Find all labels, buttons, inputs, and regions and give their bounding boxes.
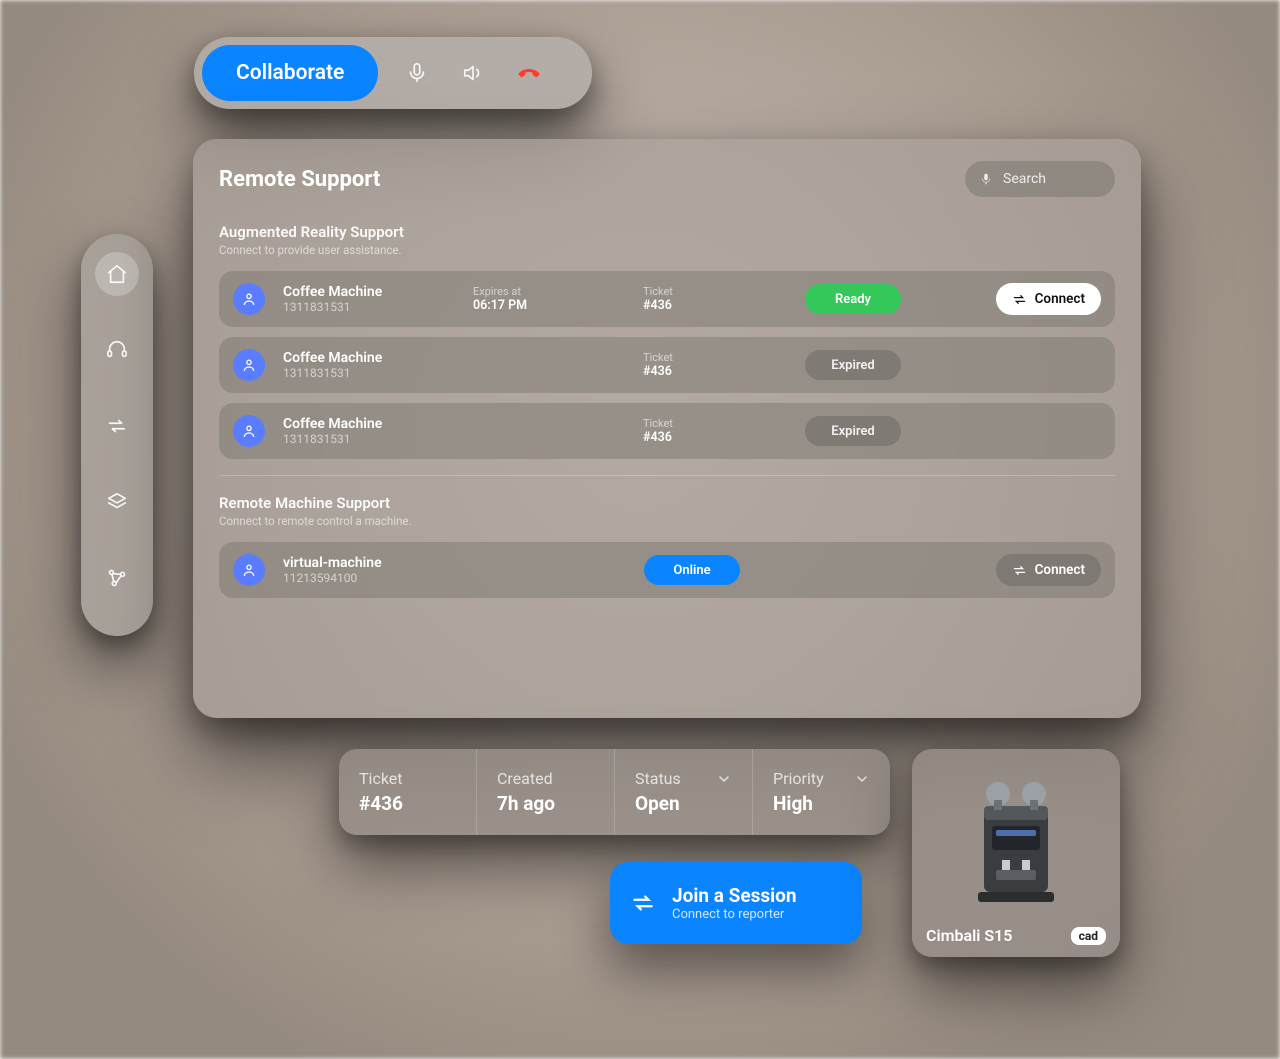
device-card[interactable]: Cimbali S15 cad bbox=[912, 749, 1120, 957]
speaker-icon[interactable] bbox=[456, 56, 490, 90]
hangup-icon[interactable] bbox=[512, 56, 546, 90]
status-badge: Ready bbox=[805, 284, 901, 314]
cell-value: #436 bbox=[359, 792, 456, 815]
device-name: Cimbali S15 bbox=[926, 926, 1012, 945]
ticket-cell-priority[interactable]: Priority High bbox=[753, 749, 890, 835]
user-icon bbox=[233, 349, 265, 381]
sidebar-item-home[interactable] bbox=[95, 252, 139, 296]
ticket-cell-created: Created 7h ago bbox=[477, 749, 615, 835]
session-row[interactable]: Coffee Machine 1311831531 Expires at 06:… bbox=[219, 271, 1115, 327]
join-title: Join a Session bbox=[672, 884, 797, 907]
session-row[interactable]: Coffee Machine 1311831531 Ticket #436 Ex… bbox=[219, 337, 1115, 393]
divider bbox=[219, 475, 1115, 476]
call-bar: Collaborate bbox=[194, 37, 592, 109]
row-id: 1311831531 bbox=[283, 432, 473, 446]
sidebar bbox=[81, 234, 153, 636]
microphone-icon bbox=[979, 172, 993, 186]
ar-section-subtitle: Connect to provide user assistance. bbox=[219, 243, 1115, 257]
row-id: 11213594100 bbox=[283, 571, 622, 585]
chevron-down-icon bbox=[854, 771, 870, 787]
rm-section-subtitle: Connect to remote control a machine. bbox=[219, 514, 1115, 528]
join-subtitle: Connect to reporter bbox=[672, 907, 784, 922]
status-badge: Online bbox=[644, 555, 740, 585]
expires-label: Expires at bbox=[473, 285, 643, 298]
rm-section-title: Remote Machine Support bbox=[219, 494, 1115, 512]
page-title: Remote Support bbox=[219, 167, 380, 192]
row-name: Coffee Machine bbox=[283, 284, 473, 300]
swap-icon bbox=[1012, 563, 1027, 578]
search-input[interactable]: Search bbox=[965, 161, 1115, 197]
row-name: Coffee Machine bbox=[283, 350, 473, 366]
connect-label: Connect bbox=[1035, 562, 1085, 578]
row-id: 1311831531 bbox=[283, 366, 473, 380]
swap-icon bbox=[630, 890, 656, 916]
sidebar-item-graph[interactable] bbox=[95, 556, 139, 600]
sidebar-item-transfer[interactable] bbox=[95, 404, 139, 448]
ticket-value: #436 bbox=[643, 364, 783, 379]
user-icon bbox=[233, 415, 265, 447]
search-placeholder: Search bbox=[1003, 171, 1046, 187]
cell-label: Ticket bbox=[359, 769, 456, 788]
chevron-down-icon bbox=[716, 771, 732, 787]
cell-label: Status bbox=[635, 769, 681, 788]
cell-value: Open bbox=[635, 792, 732, 815]
sidebar-item-support[interactable] bbox=[95, 328, 139, 372]
ticket-value: #436 bbox=[643, 298, 783, 313]
status-badge: Expired bbox=[805, 416, 901, 446]
join-session-button[interactable]: Join a Session Connect to reporter bbox=[610, 862, 862, 944]
ticket-label: Ticket bbox=[643, 351, 783, 364]
expires-value: 06:17 PM bbox=[473, 298, 643, 313]
cell-label: Created bbox=[497, 769, 594, 788]
session-row[interactable]: Coffee Machine 1311831531 Ticket #436 Ex… bbox=[219, 403, 1115, 459]
cell-value: 7h ago bbox=[497, 792, 594, 815]
sidebar-item-layers[interactable] bbox=[95, 480, 139, 524]
device-tag: cad bbox=[1071, 927, 1106, 945]
ticket-strip: Ticket #436 Created 7h ago Status Open P… bbox=[339, 749, 890, 835]
user-icon bbox=[233, 283, 265, 315]
remote-support-panel: Remote Support Search Augmented Reality … bbox=[193, 139, 1141, 718]
connect-label: Connect bbox=[1035, 291, 1085, 307]
session-row[interactable]: virtual-machine 11213594100 Online Conne… bbox=[219, 542, 1115, 598]
connect-button[interactable]: Connect bbox=[996, 283, 1101, 315]
microphone-icon[interactable] bbox=[400, 56, 434, 90]
ar-section-title: Augmented Reality Support bbox=[219, 223, 1115, 241]
ticket-cell-status[interactable]: Status Open bbox=[615, 749, 753, 835]
row-name: Coffee Machine bbox=[283, 416, 473, 432]
ticket-label: Ticket bbox=[643, 285, 783, 298]
ticket-value: #436 bbox=[643, 430, 783, 445]
swap-icon bbox=[1012, 292, 1027, 307]
cell-label: Priority bbox=[773, 769, 824, 788]
row-name: virtual-machine bbox=[283, 555, 622, 571]
row-id: 1311831531 bbox=[283, 300, 473, 314]
connect-button[interactable]: Connect bbox=[996, 554, 1101, 586]
ticket-label: Ticket bbox=[643, 417, 783, 430]
status-badge: Expired bbox=[805, 350, 901, 380]
user-icon bbox=[233, 554, 265, 586]
ticket-cell-ticket: Ticket #436 bbox=[339, 749, 477, 835]
device-image bbox=[926, 761, 1106, 926]
cell-value: High bbox=[773, 792, 870, 815]
collaborate-button[interactable]: Collaborate bbox=[202, 45, 378, 101]
